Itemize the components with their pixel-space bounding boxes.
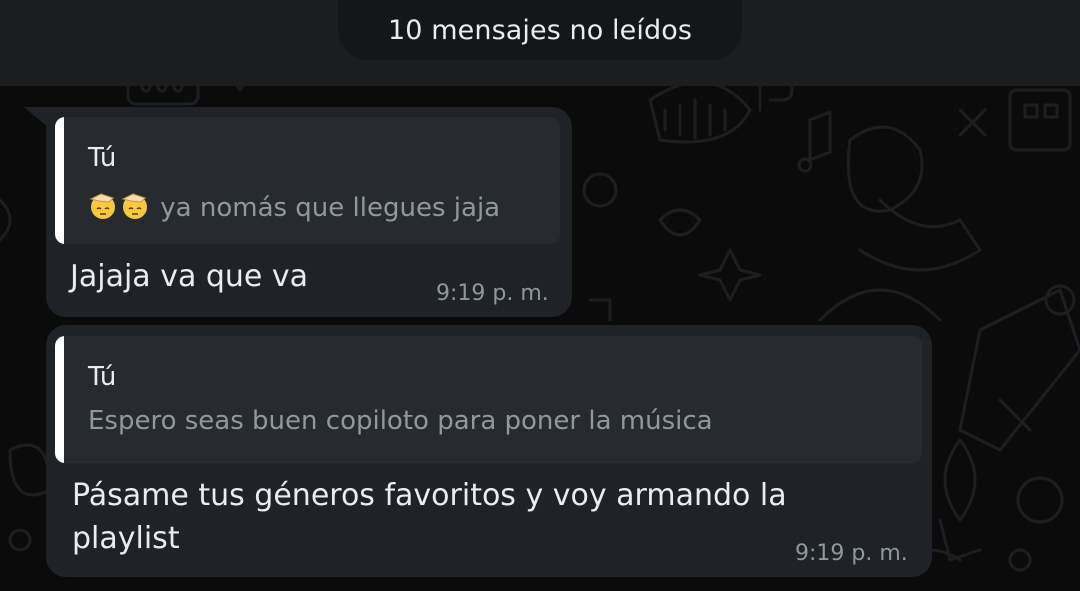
message-text-line-2: playlist — [72, 521, 180, 556]
bubble-tail — [24, 107, 48, 127]
message-text: Jajaja va que va — [70, 259, 309, 294]
message-timestamp: 9:19 p. m. — [795, 541, 908, 566]
quoted-text: ya nomás que llegues jaja — [160, 193, 501, 223]
unread-messages-label: 10 mensajes no leídos — [388, 14, 692, 46]
quoted-author: Tú — [88, 362, 117, 392]
quoted-author: Tú — [88, 143, 117, 173]
message-text-line-1: Pásame tus géneros favoritos y voy arman… — [72, 478, 787, 513]
quoted-text-line: ya nomás que llegues jaja — [88, 191, 500, 223]
quoted-text: Espero seas buen copiloto para poner la … — [88, 406, 713, 436]
quoted-message[interactable]: Tú Espero seas buen copiloto para poner … — [55, 336, 922, 463]
unread-messages-banner: 10 mensajes no leídos — [338, 0, 742, 60]
message-timestamp: 9:19 p. m. — [436, 281, 549, 306]
saluting-face-emoji — [121, 193, 147, 219]
quoted-message[interactable]: Tú ya nomás que llegues jaja — [55, 117, 560, 244]
saluting-face-emoji — [89, 193, 115, 219]
